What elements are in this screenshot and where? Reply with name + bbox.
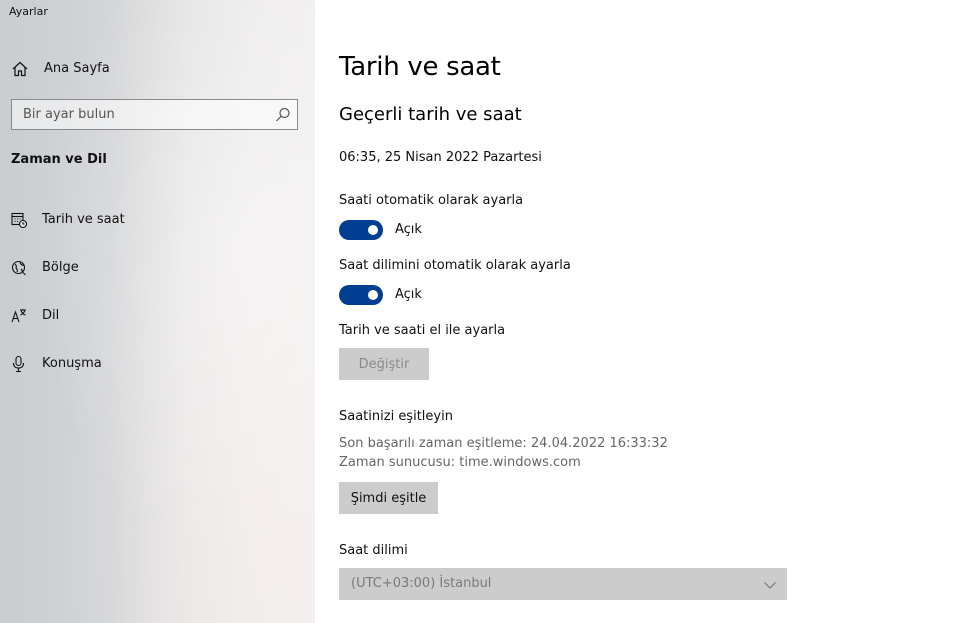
timezone-selected-value: (UTC+03:00) İstanbul <box>351 576 492 591</box>
sidebar-item-speech[interactable]: Konuşma <box>0 344 315 384</box>
last-sync-text: Son başarılı zaman eşitleme: 24.04.2022 … <box>339 436 668 451</box>
toggle-knob <box>368 290 378 300</box>
sync-now-button[interactable]: Şimdi eşitle <box>339 482 438 514</box>
sidebar-item-date-time[interactable]: Tarih ve saat <box>0 200 315 240</box>
timezone-label: Saat dilimi <box>339 543 408 558</box>
app-title: Ayarlar <box>9 5 48 18</box>
current-datetime-heading: Geçerli tarih ve saat <box>339 104 522 125</box>
home-icon <box>11 60 29 78</box>
chevron-down-icon <box>763 577 777 591</box>
sidebar-group-title: Zaman ve Dil <box>11 152 107 167</box>
auto-time-toggle[interactable] <box>339 220 383 240</box>
page-title: Tarih ve saat <box>339 52 501 82</box>
toggle-knob <box>368 225 378 235</box>
current-datetime-value: 06:35, 25 Nisan 2022 Pazartesi <box>339 150 542 165</box>
time-server-text: Zaman sunucusu: time.windows.com <box>339 455 581 470</box>
sidebar-item-label: Dil <box>42 308 60 323</box>
auto-timezone-label: Saat dilimini otomatik olarak ayarla <box>339 258 571 273</box>
main-content: Tarih ve saat Geçerli tarih ve saat 06:3… <box>315 0 959 623</box>
auto-time-state: Açık <box>395 222 422 237</box>
microphone-icon <box>10 355 28 373</box>
search-input[interactable] <box>12 100 267 129</box>
sync-heading: Saatinizi eşitleyin <box>339 409 453 424</box>
sidebar-item-region[interactable]: Bölge <box>0 248 315 288</box>
sidebar-item-home[interactable]: Ana Sayfa <box>0 54 315 84</box>
sidebar-item-label: Tarih ve saat <box>42 212 125 227</box>
change-button[interactable]: Değiştir <box>339 348 429 380</box>
search-box <box>11 99 298 130</box>
auto-time-label: Saati otomatik olarak ayarla <box>339 193 524 208</box>
calendar-clock-icon <box>10 211 28 229</box>
auto-timezone-row: Açık <box>339 285 539 307</box>
auto-timezone-state: Açık <box>395 287 422 302</box>
auto-time-row: Açık <box>339 220 539 242</box>
sidebar-item-label: Bölge <box>42 260 79 275</box>
language-icon <box>10 307 28 325</box>
sidebar-item-label: Ana Sayfa <box>44 61 110 76</box>
search-icon[interactable] <box>273 105 293 125</box>
timezone-select[interactable]: (UTC+03:00) İstanbul <box>339 568 787 600</box>
sidebar-item-language[interactable]: Dil <box>0 296 315 336</box>
manual-datetime-label: Tarih ve saati el ile ayarla <box>339 323 506 338</box>
globe-icon <box>10 259 28 277</box>
sidebar-item-label: Konuşma <box>42 356 102 371</box>
auto-timezone-toggle[interactable] <box>339 285 383 305</box>
sidebar: Ayarlar Ana Sayfa Zaman ve Dil <box>0 0 315 623</box>
